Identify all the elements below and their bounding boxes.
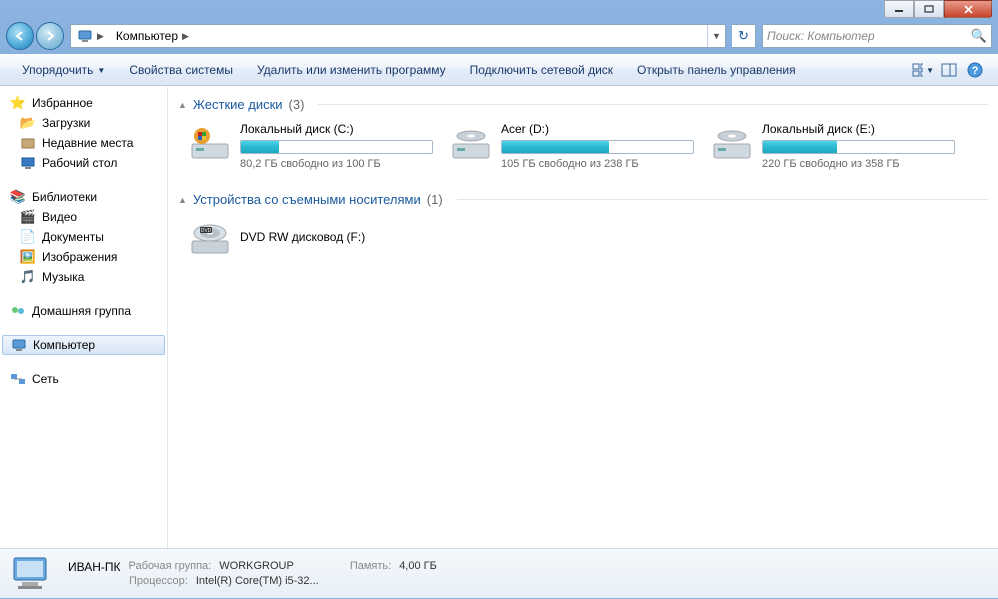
collapse-icon: ▲: [178, 100, 187, 110]
sidebar-music[interactable]: 🎵Музыка: [0, 267, 167, 287]
computer-icon: [11, 337, 27, 353]
svg-text:DVD: DVD: [201, 228, 212, 234]
system-properties-button[interactable]: Свойства системы: [117, 55, 245, 85]
breadcrumb-segment[interactable]: Компьютер ▶: [110, 25, 195, 47]
video-icon: 🎬: [20, 209, 36, 225]
sidebar: ⭐Избранное 📂Загрузки Недавние места Рабо…: [0, 87, 168, 548]
forward-button[interactable]: [36, 22, 64, 50]
address-bar[interactable]: ▶ Компьютер ▶ ▼: [70, 24, 726, 48]
drive-item[interactable]: Локальный диск (E:) 220 ГБ свободно из 3…: [710, 122, 955, 170]
sidebar-video[interactable]: 🎬Видео: [0, 207, 167, 227]
collapse-icon: ▲: [178, 195, 187, 205]
computer-icon: [77, 28, 93, 44]
drive-name: DVD RW дисковод (F:): [240, 230, 365, 244]
drive-free-text: 220 ГБ свободно из 358 ГБ: [762, 158, 955, 170]
open-control-panel-button[interactable]: Открыть панель управления: [625, 55, 808, 85]
folder-icon: 📂: [20, 115, 36, 131]
removable-section[interactable]: ▲ Устройства со съемными носителями (1): [178, 188, 988, 211]
explorer-window: ▶ Компьютер ▶ ▼ ↻ Поиск: Компьютер 🔍 Упо…: [0, 0, 998, 598]
back-button[interactable]: [6, 22, 34, 50]
dvd-drive-icon: DVD: [188, 217, 232, 261]
help-button[interactable]: ?: [964, 59, 986, 81]
map-network-drive-button[interactable]: Подключить сетевой диск: [458, 55, 625, 85]
drive-free-text: 80,2 ГБ свободно из 100 ГБ: [240, 158, 433, 170]
drive-free-text: 105 ГБ свободно из 238 ГБ: [501, 158, 694, 170]
recent-icon: [20, 135, 36, 151]
statusbar: ИВАН-ПК Рабочая группа: WORKGROUP Память…: [0, 548, 998, 598]
svg-text:?: ?: [972, 65, 979, 77]
sidebar-images[interactable]: 🖼️Изображения: [0, 247, 167, 267]
navbar: ▶ Компьютер ▶ ▼ ↻ Поиск: Компьютер 🔍: [0, 18, 998, 54]
uninstall-program-button[interactable]: Удалить или изменить программу: [245, 55, 458, 85]
chevron-right-icon: ▶: [97, 31, 104, 42]
library-icon: 📚: [10, 189, 26, 205]
network-icon: [10, 371, 26, 387]
hard-drive-icon: [710, 122, 754, 166]
drive-name: Локальный диск (C:): [240, 122, 433, 136]
documents-icon: 📄: [20, 229, 36, 245]
sidebar-recent[interactable]: Недавние места: [0, 133, 167, 153]
main-panel: ▲ Жесткие диски (3) Локальный диск (C:) …: [168, 87, 998, 548]
drive-usage-bar: [240, 140, 433, 154]
hard-drive-icon: [188, 122, 232, 166]
search-placeholder: Поиск: Компьютер: [767, 29, 875, 43]
hard-drive-icon: [449, 122, 493, 166]
sidebar-desktop[interactable]: Рабочий стол: [0, 153, 167, 173]
address-dropdown[interactable]: ▼: [707, 25, 725, 47]
minimize-button[interactable]: [884, 0, 914, 18]
drive-usage-bar: [501, 140, 694, 154]
sidebar-homegroup[interactable]: Домашняя группа: [0, 301, 167, 321]
drive-item[interactable]: Acer (D:) 105 ГБ свободно из 238 ГБ: [449, 122, 694, 170]
close-button[interactable]: [944, 0, 992, 18]
content-area: ⭐Избранное 📂Загрузки Недавние места Рабо…: [0, 86, 998, 548]
organize-menu[interactable]: Упорядочить▼: [10, 55, 117, 85]
view-options-button[interactable]: ▼: [912, 59, 934, 81]
preview-pane-button[interactable]: [938, 59, 960, 81]
computer-name: ИВАН-ПК: [68, 560, 121, 574]
sidebar-documents[interactable]: 📄Документы: [0, 227, 167, 247]
sidebar-network[interactable]: Сеть: [0, 369, 167, 389]
breadcrumb-label: Компьютер: [116, 29, 178, 43]
hard-drives-section[interactable]: ▲ Жесткие диски (3): [178, 93, 988, 116]
homegroup-icon: [10, 303, 26, 319]
images-icon: 🖼️: [20, 249, 36, 265]
search-icon: 🔍: [971, 28, 987, 44]
desktop-icon: [20, 155, 36, 171]
sidebar-favorites[interactable]: ⭐Избранное: [0, 93, 167, 113]
refresh-button[interactable]: ↻: [732, 24, 756, 48]
chevron-right-icon: ▶: [182, 31, 189, 42]
maximize-button[interactable]: [914, 0, 944, 18]
music-icon: 🎵: [20, 269, 36, 285]
drive-usage-bar: [762, 140, 955, 154]
star-icon: ⭐: [10, 95, 26, 111]
drive-name: Локальный диск (E:): [762, 122, 955, 136]
drive-name: Acer (D:): [501, 122, 694, 136]
titlebar: [0, 0, 998, 18]
sidebar-downloads[interactable]: 📂Загрузки: [0, 113, 167, 133]
search-input[interactable]: Поиск: Компьютер 🔍: [762, 24, 992, 48]
sidebar-computer[interactable]: Компьютер: [2, 335, 165, 355]
sidebar-libraries[interactable]: 📚Библиотеки: [0, 187, 167, 207]
drive-item[interactable]: Локальный диск (C:) 80,2 ГБ свободно из …: [188, 122, 433, 170]
removable-drive-item[interactable]: DVD DVD RW дисковод (F:): [178, 217, 988, 261]
toolbar: Упорядочить▼ Свойства системы Удалить ил…: [0, 54, 998, 86]
computer-large-icon: [10, 552, 54, 596]
